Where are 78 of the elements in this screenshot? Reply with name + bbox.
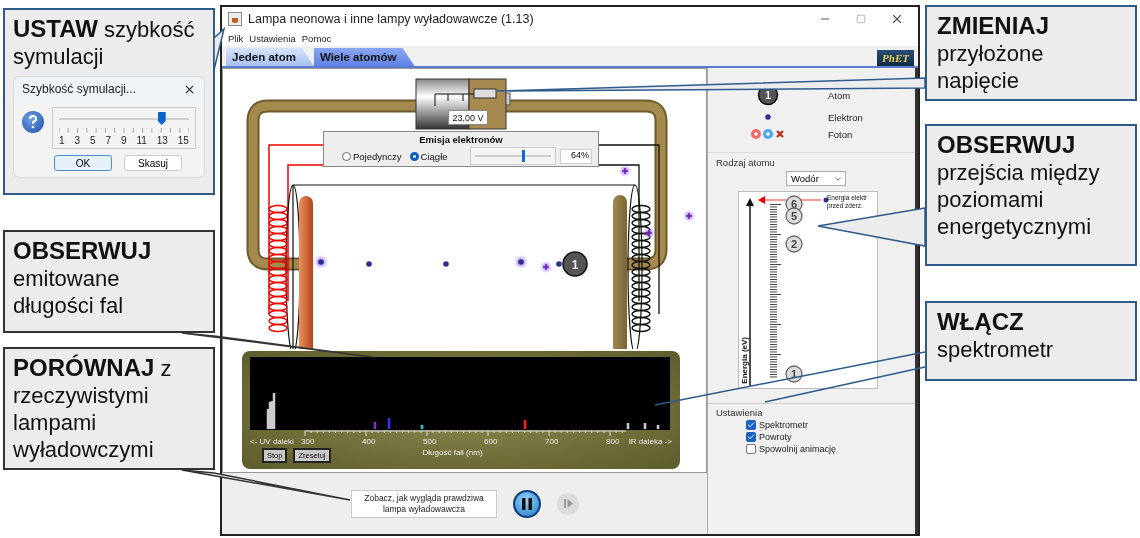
dialog-title: Szybkość symulacji... bbox=[22, 82, 137, 96]
emission-slider[interactable] bbox=[469, 147, 556, 165]
tab[interactable]: Wiele atomów bbox=[313, 48, 415, 66]
voltage-readout: 23,00 V bbox=[448, 110, 488, 125]
tick-label: 11 bbox=[136, 135, 147, 146]
atom-marker: 1 bbox=[562, 251, 588, 277]
speed-slider[interactable]: 1 3 5 7 9 11 13 15 bbox=[52, 107, 196, 149]
axis-label: 300 bbox=[301, 437, 316, 446]
spectral-line bbox=[656, 425, 660, 429]
menu-item[interactable]: Ustawienia bbox=[249, 33, 296, 44]
electron-icon bbox=[823, 197, 829, 203]
menu-item[interactable]: Plik bbox=[228, 33, 244, 44]
photon-icon bbox=[619, 165, 631, 177]
legend-label: Foton bbox=[828, 128, 853, 140]
pause-button[interactable] bbox=[513, 489, 541, 518]
menu-item[interactable]: Pomoc bbox=[301, 33, 332, 44]
slider-thumb[interactable] bbox=[157, 112, 166, 125]
callout-text: PORÓWNAJ z rzeczywistymi lampami wyładowczymi bbox=[13, 354, 173, 463]
tick-label: 9 bbox=[120, 135, 127, 146]
settings-checkbox[interactable]: Spowolnij animację bbox=[746, 444, 915, 454]
mode-radio[interactable]: Pojedynczy bbox=[342, 150, 402, 162]
tick-label: 1 bbox=[59, 135, 65, 146]
photon-icon bbox=[683, 210, 695, 222]
electron-icon bbox=[556, 261, 562, 267]
slider-thumb[interactable] bbox=[522, 150, 526, 162]
close-icon[interactable] bbox=[890, 12, 904, 26]
legend-label: Atom bbox=[828, 89, 851, 101]
spectral-line bbox=[420, 425, 424, 429]
legend-label: Elektron bbox=[828, 111, 863, 123]
axis-label: 600 bbox=[484, 437, 499, 446]
axis-label: 500 bbox=[423, 437, 438, 446]
emission-reading: 64% bbox=[560, 148, 592, 164]
spectral-line bbox=[373, 422, 377, 429]
window-title: Lampa neonowa i inne lampy wyładowawcze (1.13) bbox=[248, 12, 535, 26]
electron-icon bbox=[443, 261, 449, 267]
axis-title: Długość fali (nm) bbox=[422, 448, 483, 457]
tick-label: 13 bbox=[156, 135, 168, 146]
section-title: Ustawienia bbox=[716, 407, 764, 418]
real-lamp-button[interactable]: Zobacz, jak wygląda prawdziwa lampa wyładowawcza bbox=[351, 489, 497, 518]
axis-label: IR daleka -> bbox=[628, 437, 672, 446]
energy-level-marker: 2 bbox=[785, 235, 803, 253]
tick-label: 7 bbox=[105, 135, 111, 146]
dialog-button[interactable]: Skasuj bbox=[124, 155, 182, 171]
app-icon bbox=[228, 12, 242, 26]
dialog-button[interactable]: OK bbox=[54, 155, 112, 171]
step-icon bbox=[563, 499, 573, 508]
pause-icon bbox=[522, 497, 532, 510]
tab[interactable]: Jeden atom bbox=[226, 48, 314, 66]
axis-label: 400 bbox=[362, 437, 377, 446]
callout-text: USTAW szybkość symulacji bbox=[13, 15, 196, 70]
help-icon bbox=[22, 111, 44, 133]
electron-icon bbox=[514, 255, 528, 269]
mode-radio[interactable]: Ciągłe bbox=[409, 150, 448, 162]
energy-level-marker: 5 bbox=[785, 207, 803, 225]
panel-title: Emisja elektronów bbox=[419, 134, 503, 145]
logo: PhET bbox=[877, 50, 914, 66]
electron-icon bbox=[765, 114, 771, 120]
spectral-line bbox=[387, 418, 391, 429]
section-title: Rodzaj atomu bbox=[716, 157, 776, 168]
tick-label: 3 bbox=[74, 135, 81, 146]
tick-label: 15 bbox=[177, 135, 189, 146]
callout-text: OBSERWUJ emitowane długości fal bbox=[13, 237, 153, 319]
axis-title: Energia (eV) bbox=[740, 337, 749, 384]
callout-text: WŁĄCZ spektrometr bbox=[937, 308, 1055, 363]
settings-checkbox[interactable]: Spektrometr bbox=[746, 420, 915, 430]
electron-icon bbox=[366, 261, 372, 267]
callout-text: OBSERWUJ przejścia między poziomami energetycznymi bbox=[937, 131, 1101, 240]
axis-label: 800 bbox=[606, 437, 620, 446]
settings-checkbox[interactable]: Powroty bbox=[746, 432, 915, 442]
tick-label: 5 bbox=[89, 135, 96, 146]
axis-label: 700 bbox=[545, 437, 560, 446]
axis-label: <- UV daleki bbox=[250, 437, 295, 446]
electron-icon bbox=[314, 255, 328, 269]
photon-icon bbox=[540, 261, 552, 273]
atom-dropdown[interactable]: Wodór bbox=[786, 171, 846, 186]
photon-icon bbox=[643, 227, 655, 239]
photon-icon bbox=[750, 128, 786, 140]
callout-text: ZMIENIAJ przyłożone napięcie bbox=[937, 12, 1050, 94]
